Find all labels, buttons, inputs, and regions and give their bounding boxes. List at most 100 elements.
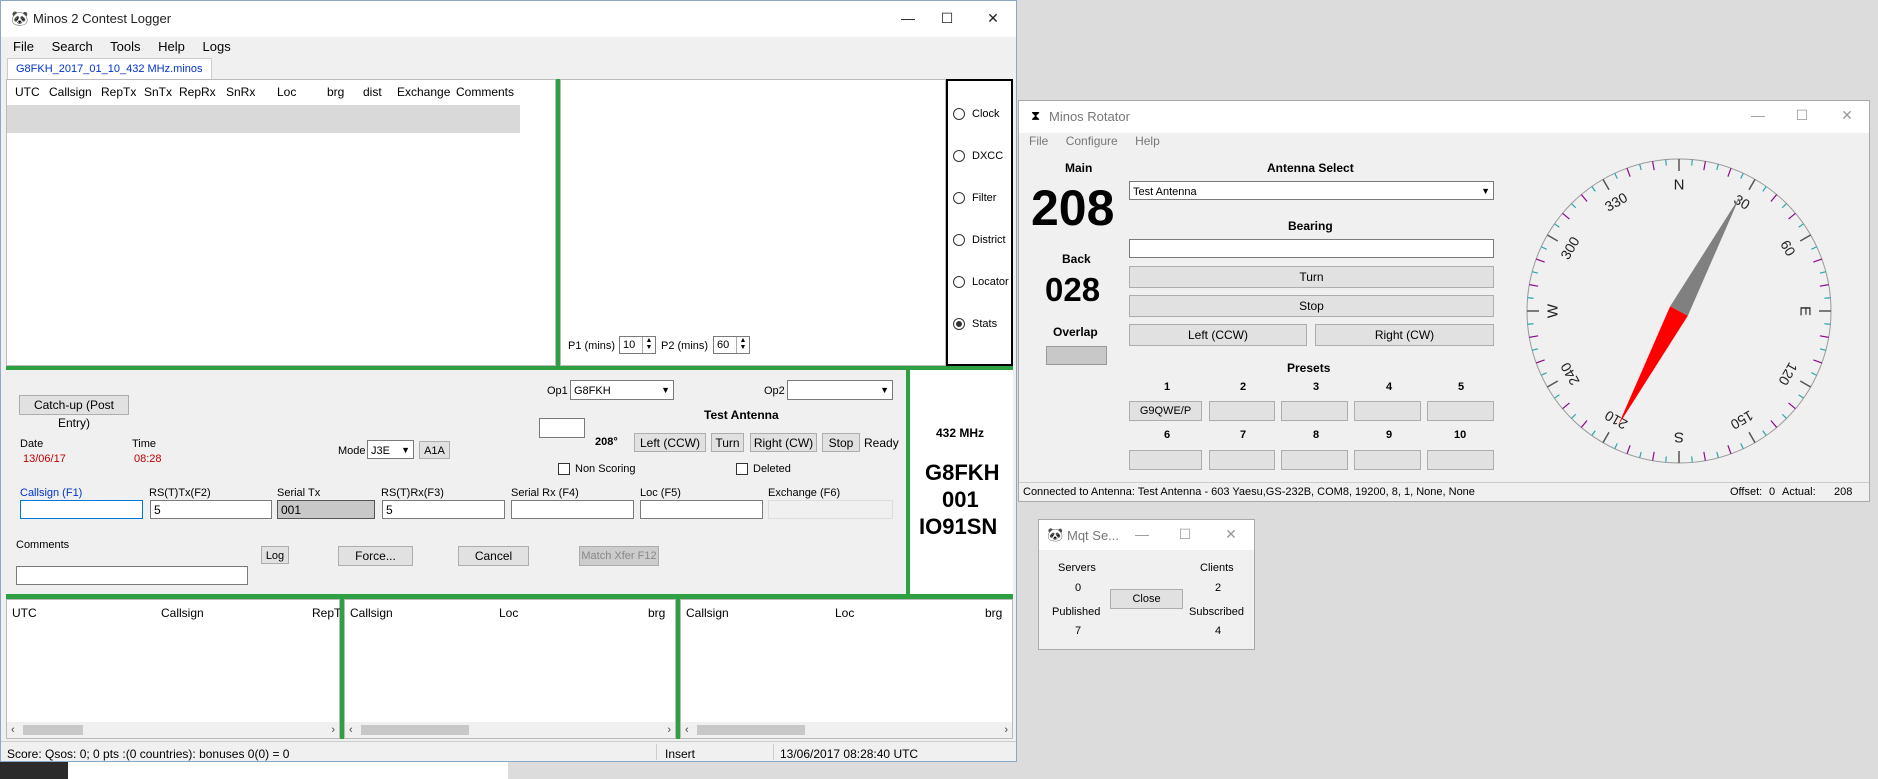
- maximize-icon[interactable]: ☐: [938, 9, 956, 27]
- scroll-thumb[interactable]: [361, 725, 469, 735]
- mode-a1a-button[interactable]: A1A: [419, 441, 450, 459]
- col-exchange[interactable]: Exchange: [397, 85, 450, 99]
- rotator-left-button[interactable]: Left (CCW): [1129, 324, 1307, 346]
- bottom-list-3-scrollbar[interactable]: ‹ ›: [681, 722, 1012, 738]
- serialrx-input[interactable]: [511, 500, 634, 519]
- cancel-button[interactable]: Cancel: [458, 546, 529, 566]
- antenna-select[interactable]: Test Antenna ▼: [1129, 181, 1494, 200]
- preset-button-1[interactable]: G9QWE/P: [1129, 401, 1202, 421]
- menu-search[interactable]: Search: [52, 39, 93, 54]
- log-tab[interactable]: G8FKH_2017_01_10_432 MHz.minos: [7, 58, 212, 79]
- rotator-stop-button[interactable]: Stop: [1129, 295, 1494, 317]
- op2-select[interactable]: ▼: [787, 380, 893, 400]
- turn-button[interactable]: Turn: [711, 433, 744, 452]
- menu-tools[interactable]: Tools: [110, 39, 140, 54]
- match-xfer-button[interactable]: Match Xfer F12: [579, 546, 659, 566]
- p1-spinner[interactable]: 10 ▲ ▼: [619, 336, 656, 354]
- maximize-icon[interactable]: ☐: [1793, 106, 1811, 124]
- preset-button-2[interactable]: [1209, 401, 1275, 421]
- col-loc[interactable]: Loc: [277, 85, 296, 99]
- bottom-list-2-scrollbar[interactable]: ‹ ›: [345, 722, 675, 738]
- log-button[interactable]: Log: [261, 546, 289, 564]
- callsign-input[interactable]: [20, 500, 143, 519]
- scroll-right-icon[interactable]: ›: [1004, 722, 1008, 738]
- scroll-left-icon[interactable]: ‹: [349, 722, 353, 738]
- col-dist[interactable]: dist: [363, 85, 382, 99]
- rot-menu-help[interactable]: Help: [1135, 134, 1160, 148]
- bearing-input[interactable]: [539, 418, 585, 438]
- rotator-turn-button[interactable]: Turn: [1129, 266, 1494, 288]
- close-icon[interactable]: ✕: [1222, 525, 1240, 543]
- menu-logs[interactable]: Logs: [203, 39, 231, 54]
- col-snrx[interactable]: SnRx: [226, 85, 255, 99]
- scroll-right-icon[interactable]: ›: [667, 722, 671, 738]
- bl2-col-callsign[interactable]: Callsign: [350, 606, 393, 620]
- scroll-right-icon[interactable]: ›: [331, 722, 335, 738]
- rot-menu-file[interactable]: File: [1029, 134, 1048, 148]
- bottom-list-1-scrollbar[interactable]: ‹ ›: [7, 722, 339, 738]
- menu-help[interactable]: Help: [158, 39, 185, 54]
- preset-button-6[interactable]: [1129, 450, 1202, 470]
- left-ccw-button[interactable]: Left (CCW): [634, 433, 706, 452]
- mqt-titlebar[interactable]: 🐼 Mqt Se... — ☐ ✕: [1039, 520, 1254, 550]
- close-icon[interactable]: ✕: [984, 9, 1002, 27]
- radio-locator[interactable]: [953, 276, 965, 288]
- col-comments[interactable]: Comments: [456, 85, 514, 99]
- force-button[interactable]: Force...: [338, 546, 413, 566]
- spin-arrows-icon[interactable]: ▲ ▼: [642, 337, 655, 353]
- radio-filter[interactable]: [953, 192, 965, 204]
- bl1-col-callsign[interactable]: Callsign: [161, 606, 204, 620]
- bearing-entry[interactable]: [1129, 239, 1494, 258]
- minimize-icon[interactable]: —: [1133, 525, 1151, 543]
- bl2-col-loc[interactable]: Loc: [499, 606, 518, 620]
- radio-clock[interactable]: [953, 108, 965, 120]
- col-reprx[interactable]: RepRx: [179, 85, 216, 99]
- bl1-col-utc[interactable]: UTC: [12, 606, 37, 620]
- rotator-right-button[interactable]: Right (CW): [1315, 324, 1494, 346]
- stop-button[interactable]: Stop: [822, 433, 860, 452]
- radio-district[interactable]: [953, 234, 965, 246]
- rsrx-input[interactable]: 5: [382, 500, 505, 519]
- radio-stats[interactable]: [953, 318, 965, 330]
- scroll-thumb[interactable]: [23, 725, 83, 735]
- rot-menu-configure[interactable]: Configure: [1066, 134, 1118, 148]
- preset-button-9[interactable]: [1354, 450, 1421, 470]
- logger-titlebar[interactable]: 🐼 Minos 2 Contest Logger — ☐ ✕: [1, 1, 1016, 37]
- preset-button-8[interactable]: [1281, 450, 1348, 470]
- right-cw-button[interactable]: Right (CW): [750, 433, 817, 452]
- comments-input[interactable]: [16, 566, 248, 585]
- mqt-close-button[interactable]: Close: [1110, 589, 1183, 609]
- rotator-titlebar[interactable]: ⧗ Minos Rotator — ☐ ✕: [1019, 101, 1869, 133]
- bl3-col-callsign[interactable]: Callsign: [686, 606, 729, 620]
- bl3-col-loc[interactable]: Loc: [835, 606, 854, 620]
- spin-arrows-icon[interactable]: ▲ ▼: [736, 337, 749, 353]
- menu-file[interactable]: File: [13, 39, 34, 54]
- op1-select[interactable]: G8FKH ▼: [570, 380, 674, 400]
- maximize-icon[interactable]: ☐: [1176, 525, 1194, 543]
- radio-dxcc[interactable]: [953, 150, 965, 162]
- non-scoring-checkbox[interactable]: [558, 463, 570, 475]
- rstx-input[interactable]: 5: [150, 500, 272, 519]
- scroll-thumb[interactable]: [697, 725, 805, 735]
- col-sntx[interactable]: SnTx: [144, 85, 172, 99]
- scroll-left-icon[interactable]: ‹: [11, 722, 15, 738]
- serialtx-input[interactable]: 001: [277, 500, 375, 519]
- mode-select[interactable]: J3E ▼: [367, 440, 414, 459]
- minimize-icon[interactable]: —: [1749, 106, 1767, 124]
- preset-button-5[interactable]: [1427, 401, 1494, 421]
- log-table-empty-row[interactable]: [7, 105, 520, 133]
- loc-input[interactable]: [640, 500, 763, 519]
- bl1-col-rept[interactable]: RepT: [312, 606, 341, 620]
- bl2-col-brg[interactable]: brg: [648, 606, 665, 620]
- col-reptx[interactable]: RepTx: [101, 85, 136, 99]
- exchange-input[interactable]: [768, 500, 893, 519]
- close-icon[interactable]: ✕: [1838, 106, 1856, 124]
- scroll-left-icon[interactable]: ‹: [685, 722, 689, 738]
- preset-button-10[interactable]: [1427, 450, 1494, 470]
- bl3-col-brg[interactable]: brg: [985, 606, 1002, 620]
- preset-button-4[interactable]: [1354, 401, 1421, 421]
- p2-spinner[interactable]: 60 ▲ ▼: [713, 336, 750, 354]
- deleted-checkbox[interactable]: [736, 463, 748, 475]
- col-utc[interactable]: UTC: [15, 85, 40, 99]
- catchup-button[interactable]: Catch-up (Post Entry): [19, 395, 129, 430]
